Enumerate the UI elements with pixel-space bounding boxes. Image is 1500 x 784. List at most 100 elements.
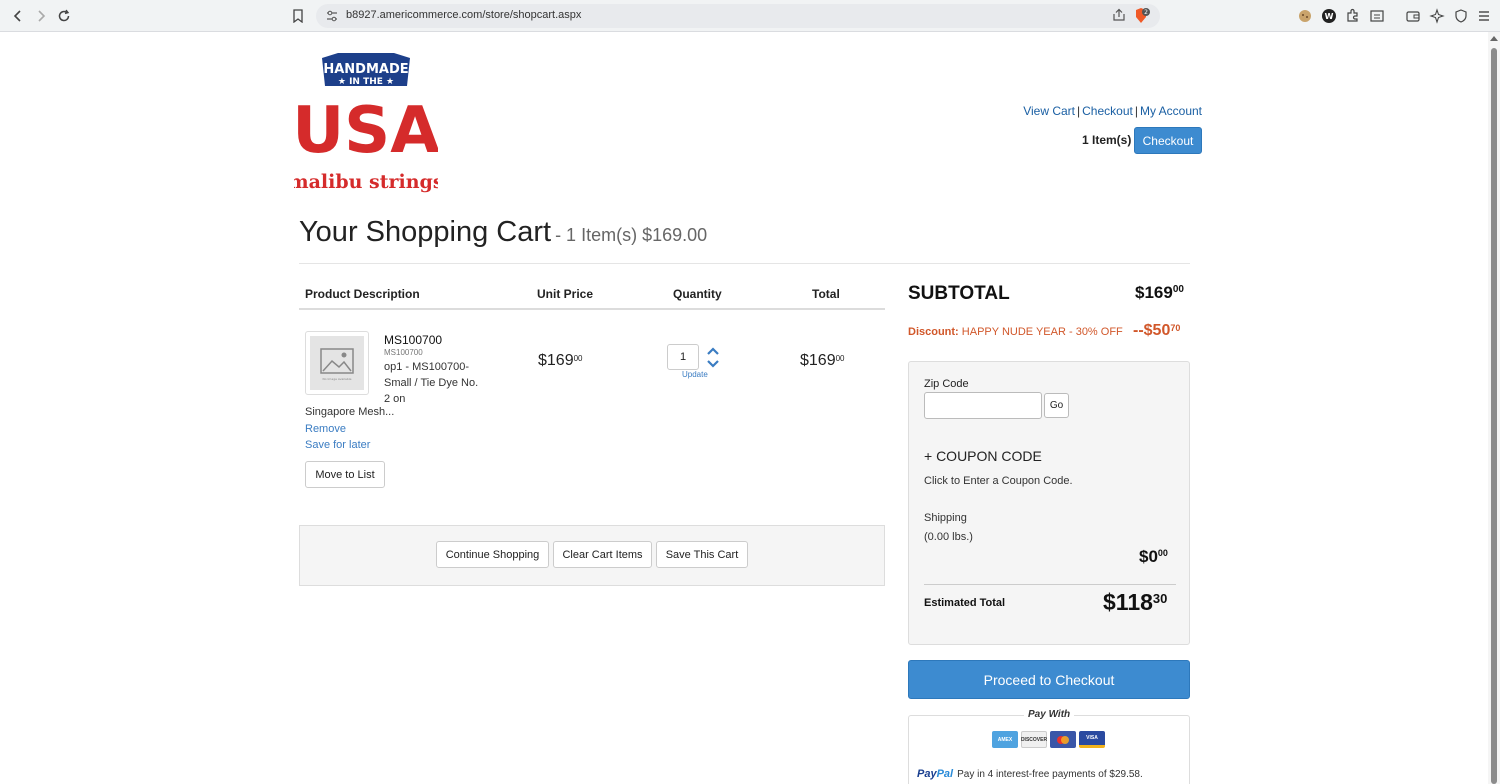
column-header-product: Product Description [305, 287, 420, 301]
subtotal-cents: 00 [1172, 284, 1184, 295]
unit-price-dollars: $169 [538, 352, 574, 369]
svg-text:HANDMADE: HANDMADE [323, 62, 408, 77]
extensions-puzzle-icon[interactable] [1345, 8, 1361, 24]
url-text: b8927.americommerce.com/store/shopcart.a… [346, 9, 582, 21]
line-total-dollars: $169 [800, 352, 836, 369]
shipping-weight: (0.00 lbs.) [924, 531, 973, 543]
estimated-total-label: Estimated Total [924, 597, 1006, 609]
scrollbar-thumb[interactable] [1491, 48, 1497, 784]
zip-go-button[interactable]: Go [1044, 393, 1069, 418]
header-items-count: 1 Item(s) [1082, 133, 1132, 147]
subtotal-label: SUBTOTAL [908, 283, 1010, 304]
svg-text:2: 2 [1144, 9, 1148, 16]
address-bar[interactable]: b8927.americommerce.com/store/shopcart.a… [316, 4, 1160, 28]
shipping-cents: 00 [1157, 548, 1168, 558]
store-logo[interactable]: HANDMADE ★ IN THE ★ USA malibu strings [288, 52, 444, 196]
wallet-icon[interactable] [1405, 8, 1421, 24]
vertical-scrollbar[interactable] [1488, 32, 1500, 784]
estimated-total-cents: 30 [1152, 591, 1168, 606]
save-for-later-link[interactable]: Save for later [305, 439, 370, 451]
proceed-to-checkout-button[interactable]: Proceed to Checkout [908, 660, 1190, 699]
estimated-total-dollars: $118 [1103, 589, 1153, 615]
header-links: View Cart | Checkout | My Account [1023, 104, 1202, 118]
zip-code-label: Zip Code [924, 378, 969, 390]
svg-text:USA: USA [294, 94, 438, 168]
line-total: $16900 [800, 352, 845, 370]
leo-ai-icon[interactable] [1429, 8, 1445, 24]
share-icon[interactable] [1112, 8, 1126, 27]
image-placeholder-icon: No Image Available [310, 336, 364, 390]
discount-row: Discount: HAPPY NUDE YEAR - 30% OFF [908, 326, 1123, 338]
extension-cookie-icon[interactable] [1297, 8, 1313, 24]
shipping-label: Shipping [924, 512, 967, 524]
shipping-dollars: $0 [1139, 547, 1158, 566]
remove-link[interactable]: Remove [305, 423, 346, 435]
continue-shopping-button[interactable]: Continue Shopping [436, 541, 549, 568]
bookmark-icon[interactable] [288, 6, 308, 26]
forward-icon[interactable] [31, 6, 51, 26]
checkout-link[interactable]: Checkout [1082, 104, 1133, 118]
vpn-shield-icon[interactable] [1453, 8, 1469, 24]
save-cart-button[interactable]: Save This Cart [656, 541, 748, 568]
discount-cents: 70 [1170, 323, 1181, 333]
column-header-quantity: Quantity [673, 287, 722, 301]
cart-title-text: Your Shopping Cart [299, 216, 552, 248]
svg-text:★ IN THE ★: ★ IN THE ★ [338, 77, 394, 87]
update-link[interactable]: Update [682, 370, 708, 379]
product-sku-small: MS100700 [384, 348, 423, 357]
svg-text:W: W [1325, 12, 1334, 21]
subtotal-value: $16900 [1135, 283, 1184, 303]
discount-value: --$5070 [1133, 322, 1180, 340]
site-settings-icon[interactable] [325, 9, 339, 28]
header-checkout-button[interactable]: Checkout [1134, 127, 1202, 154]
chevron-down-icon [707, 360, 719, 368]
coupon-code-toggle[interactable]: + COUPON CODE [924, 448, 1042, 464]
svg-text:malibu strings: malibu strings [294, 171, 438, 193]
paypal-installments-text: Pay in 4 interest-free payments of $29.5… [957, 769, 1143, 780]
estimated-total-value: $11830 [1103, 589, 1167, 616]
paypal-logo: PayPal [917, 768, 954, 780]
view-cart-link[interactable]: View Cart [1023, 104, 1075, 118]
product-description: op1 - MS100700-Small / Tie Dye No. 2 on [384, 361, 479, 405]
paypal-pay-later[interactable]: PayPal Pay in 4 interest-free payments of… [917, 768, 1143, 780]
unit-price: $16900 [538, 352, 583, 370]
discover-card-icon: DISCOVER [1021, 731, 1047, 748]
cart-title-summary: - 1 Item(s) $169.00 [555, 225, 708, 245]
product-sku[interactable]: MS100700 [384, 333, 442, 347]
product-description-continued: Singapore Mesh... [305, 406, 395, 418]
column-header-unit-price: Unit Price [537, 287, 594, 301]
my-account-link[interactable]: My Account [1140, 104, 1202, 118]
quantity-stepper[interactable] [705, 346, 721, 370]
quantity-input[interactable]: 1 [667, 344, 699, 370]
scroll-up-icon[interactable] [1490, 36, 1498, 41]
brave-shields-icon[interactable]: 2 [1132, 7, 1150, 30]
mastercard-icon [1050, 731, 1076, 748]
coupon-code-hint: Click to Enter a Coupon Code. [924, 475, 1073, 487]
visa-card-icon: VISA [1079, 731, 1105, 748]
unit-price-cents: 00 [573, 354, 583, 363]
subtotal-dollars: $169 [1135, 283, 1173, 302]
product-thumbnail[interactable]: No Image Available [305, 331, 369, 395]
divider [924, 584, 1176, 585]
menu-icon[interactable] [1476, 8, 1492, 24]
amex-card-icon: AMEX [992, 731, 1018, 748]
page-title: Your Shopping Cart - 1 Item(s) $169.00 [299, 216, 707, 249]
zip-code-input[interactable] [924, 392, 1042, 419]
pay-with-label: Pay With [1024, 709, 1075, 720]
divider [299, 308, 885, 310]
svg-text:No Image Available: No Image Available [323, 377, 352, 381]
column-header-total: Total [812, 287, 840, 301]
page-content: HANDMADE ★ IN THE ★ USA malibu strings V… [0, 32, 1488, 784]
discount-name: HAPPY NUDE YEAR - 30% OFF [961, 326, 1123, 338]
clear-cart-button[interactable]: Clear Cart Items [553, 541, 652, 568]
back-icon[interactable] [8, 6, 28, 26]
browser-toolbar: b8927.americommerce.com/store/shopcart.a… [0, 0, 1500, 32]
reader-icon[interactable] [1369, 8, 1385, 24]
line-total-cents: 00 [835, 354, 845, 363]
chevron-up-icon [707, 347, 719, 355]
reload-icon[interactable] [54, 6, 74, 26]
discount-label: Discount: [908, 326, 959, 338]
move-to-list-button[interactable]: Move to List [305, 461, 385, 488]
discount-dollars: --$50 [1133, 322, 1171, 339]
extension-w-icon[interactable]: W [1321, 8, 1337, 24]
